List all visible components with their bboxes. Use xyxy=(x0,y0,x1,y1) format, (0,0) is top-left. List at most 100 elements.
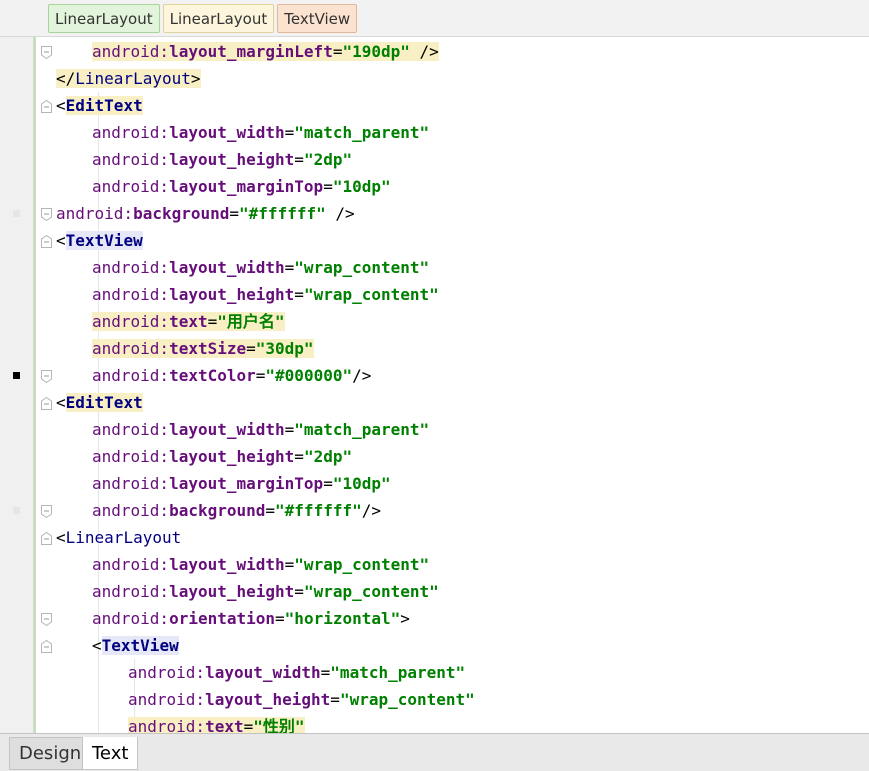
code-text[interactable]: android:layout_height="2dp" xyxy=(92,446,352,467)
code-line[interactable]: android:layout_height="wrap_content" xyxy=(0,686,869,713)
bookmark-icon[interactable] xyxy=(13,372,20,379)
code-line[interactable]: <EditText xyxy=(0,389,869,416)
code-text[interactable]: android:background="#ffffff"/> xyxy=(92,500,381,521)
code-text[interactable]: android:layout_height="wrap_content" xyxy=(92,284,439,305)
tab-design[interactable]: Design xyxy=(9,737,92,770)
code-line[interactable]: android:background="#ffffff"/> xyxy=(0,497,869,524)
gutter-marker-icon[interactable] xyxy=(13,507,20,514)
code-line[interactable]: android:layout_width="wrap_content" xyxy=(0,254,869,281)
code-line[interactable]: android:layout_marginTop="10dp" xyxy=(0,470,869,497)
code-token-attr: textSize xyxy=(169,339,247,358)
code-text[interactable]: android:layout_height="wrap_content" xyxy=(128,689,475,710)
code-line[interactable]: android:layout_height="2dp" xyxy=(0,443,869,470)
code-token-ns: android: xyxy=(92,123,170,142)
fold-end-icon[interactable] xyxy=(41,611,52,627)
code-token-val: "30dp" xyxy=(255,339,314,358)
code-line[interactable]: android:layout_height="wrap_content" xyxy=(0,578,869,605)
code-token-val: "wrap_content" xyxy=(303,582,439,601)
code-text[interactable]: android:text="用户名" xyxy=(92,311,285,332)
code-text[interactable]: android:layout_width="wrap_content" xyxy=(92,257,429,278)
code-token-eq: = xyxy=(294,447,304,466)
code-text[interactable]: android:background="#ffffff" /> xyxy=(56,203,355,224)
code-line[interactable]: android:text="性别" xyxy=(0,713,869,733)
code-line[interactable]: </LinearLayout> xyxy=(0,65,869,92)
code-token-eq: = xyxy=(243,717,254,733)
code-text[interactable]: android:textColor="#000000"/> xyxy=(92,365,371,386)
code-line[interactable]: android:layout_marginLeft="190dp" /> xyxy=(0,38,869,65)
code-line[interactable]: android:textSize="30dp" xyxy=(0,335,869,362)
breadcrumb-item-linearlayout[interactable]: LinearLayout xyxy=(48,4,160,33)
code-token-eq: = xyxy=(320,663,331,682)
code-text[interactable]: android:layout_width="match_parent" xyxy=(128,662,465,683)
code-text[interactable]: android:layout_height="2dp" xyxy=(92,149,352,170)
fold-end-icon[interactable] xyxy=(41,368,52,384)
code-line[interactable]: <LinearLayout xyxy=(0,524,869,551)
code-editor[interactable]: android:layout_marginLeft="190dp" /> </Li… xyxy=(0,37,869,733)
code-text[interactable]: android:layout_width="match_parent" xyxy=(92,122,429,143)
code-text[interactable]: android:layout_marginTop="10dp" xyxy=(92,176,391,197)
code-line[interactable]: android:orientation="horizontal"> xyxy=(0,605,869,632)
fold-collapse-icon[interactable] xyxy=(41,395,52,410)
gutter-marker-icon[interactable] xyxy=(13,210,20,217)
code-text[interactable]: android:layout_width="match_parent" xyxy=(92,419,429,440)
code-line[interactable]: android:layout_width="match_parent" xyxy=(0,119,869,146)
code-token-ns: android: xyxy=(92,285,170,304)
code-token-ns: android: xyxy=(92,447,170,466)
code-token-eq: = xyxy=(229,204,240,223)
fold-collapse-icon[interactable] xyxy=(41,638,52,653)
code-text[interactable]: </LinearLayout> xyxy=(56,68,201,89)
code-text[interactable]: <LinearLayout xyxy=(56,527,181,548)
fold-end-icon[interactable] xyxy=(41,206,52,222)
code-text[interactable]: <EditText xyxy=(56,392,143,413)
fold-collapse-icon[interactable] xyxy=(41,530,52,545)
breadcrumb-item-textview[interactable]: TextView xyxy=(277,4,358,33)
code-token-attr: background xyxy=(133,204,230,223)
code-token-ns: android: xyxy=(92,258,170,277)
fold-end-icon[interactable] xyxy=(41,44,52,60)
breadcrumb-item-linearlayout[interactable]: LinearLayout xyxy=(162,4,275,33)
code-token-br: > xyxy=(190,69,201,88)
code-line[interactable]: android:text="用户名" xyxy=(0,308,869,335)
code-text[interactable]: android:orientation="horizontal"> xyxy=(92,608,410,629)
code-token-br: < xyxy=(56,231,66,250)
code-token-eq: = xyxy=(294,582,304,601)
code-text[interactable]: android:layout_width="wrap_content" xyxy=(92,554,429,575)
code-line[interactable]: android:layout_width="wrap_content" xyxy=(0,551,869,578)
code-line[interactable]: android:layout_height="2dp" xyxy=(0,146,869,173)
code-text[interactable]: android:layout_marginLeft="190dp" /> xyxy=(92,41,439,62)
fold-end-icon[interactable] xyxy=(41,503,52,519)
code-line[interactable]: <TextView xyxy=(0,227,869,254)
fold-collapse-icon[interactable] xyxy=(41,233,52,248)
code-token-attr: layout_width xyxy=(169,420,285,439)
code-text[interactable]: android:layout_height="wrap_content" xyxy=(92,581,439,602)
code-token-ns: android: xyxy=(92,420,170,439)
code-line[interactable]: android:layout_height="wrap_content" xyxy=(0,281,869,308)
code-line[interactable]: android:layout_marginTop="10dp" xyxy=(0,173,869,200)
code-token-attr: layout_marginTop xyxy=(169,474,324,493)
code-text[interactable]: <TextView xyxy=(92,635,179,656)
code-token-eq: = xyxy=(294,150,304,169)
code-line[interactable]: android:layout_width="match_parent" xyxy=(0,416,869,443)
code-token-pun: /> xyxy=(325,204,355,223)
code-token-eq: = xyxy=(323,474,333,493)
tab-text[interactable]: Text xyxy=(82,737,139,770)
code-token-eq: = xyxy=(265,501,276,520)
fold-collapse-icon[interactable] xyxy=(41,98,52,113)
code-token-val: "用户名" xyxy=(217,312,285,331)
code-text[interactable]: android:text="性别" xyxy=(128,716,305,733)
code-text[interactable]: android:textSize="30dp" xyxy=(92,338,314,359)
code-line[interactable]: android:textColor="#000000"/> xyxy=(0,362,869,389)
code-token-br: < xyxy=(56,96,66,115)
code-line[interactable]: <EditText xyxy=(0,92,869,119)
code-token-tag: EditText xyxy=(65,96,143,115)
code-text[interactable]: <EditText xyxy=(56,95,143,116)
code-token-br: > xyxy=(400,609,410,628)
code-text[interactable]: android:layout_marginTop="10dp" xyxy=(92,473,391,494)
code-line[interactable]: <TextView xyxy=(0,632,869,659)
code-line[interactable]: android:background="#ffffff" /> xyxy=(0,200,869,227)
code-line[interactable]: android:layout_width="match_parent" xyxy=(0,659,869,686)
code-text[interactable]: <TextView xyxy=(56,230,143,251)
code-token-eq: = xyxy=(284,420,295,439)
code-token-val: "wrap_content" xyxy=(294,555,430,574)
code-token-attr: textColor xyxy=(169,366,256,385)
